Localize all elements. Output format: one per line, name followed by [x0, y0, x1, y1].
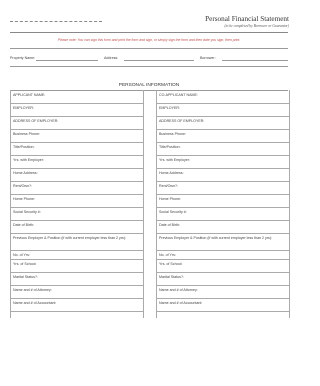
co-applicant-field-row[interactable]: Yrs. with Employer:	[157, 155, 289, 169]
applicant-field-row[interactable]: Social Security #:	[11, 207, 143, 221]
co-applicant-field-label: Yrs. with Employer:	[159, 158, 190, 162]
co-applicant-field-label: Name and # of Attorney:	[159, 288, 198, 292]
title-divider	[10, 32, 288, 33]
co-applicant-field-label: Name and # of Accountant:	[159, 301, 203, 305]
applicant-field-label: Business Phone:	[13, 132, 40, 136]
co-applicant-column: CO-APPLICANT NAME: EMPLOYER: ADDRESS OF EM…	[156, 90, 290, 318]
document-subtitle: (to be completed by Borrower or Guaranto…	[224, 24, 289, 28]
applicant-field-label: Title/Position:	[13, 145, 35, 149]
property-name-label: Property Name:	[10, 56, 36, 60]
address-label: Address:	[104, 56, 119, 60]
property-name-field[interactable]	[36, 60, 98, 61]
applicant-field-label: Marital Status?:	[13, 275, 38, 279]
applicant-field-label: ADDRESS OF EMPLOYER:	[13, 119, 59, 123]
divider	[10, 66, 288, 67]
applicant-field-label: Previous Employer & Position (if with cu…	[13, 236, 127, 240]
co-applicant-field-row[interactable]: Name and # of Accountant:	[157, 298, 289, 312]
co-applicant-field-row[interactable]: Rent/Own?:	[157, 181, 289, 195]
applicant-field-row[interactable]: EMPLOYER:	[11, 103, 143, 117]
co-applicant-field-label: ADDRESS OF EMPLOYER:	[159, 119, 205, 123]
co-applicant-field-label: Date of Birth:	[159, 223, 180, 227]
co-applicant-field-label: Social Security #:	[159, 210, 187, 214]
co-applicant-field-label: CO-APPLICANT NAME:	[159, 93, 198, 97]
co-applicant-field-row[interactable]: Business Phone:	[157, 129, 289, 143]
applicant-field-label: Yrs. of School:	[13, 262, 37, 266]
applicant-field-row[interactable]: Yrs. with Employer:	[11, 155, 143, 169]
borrower-field[interactable]	[222, 60, 288, 61]
applicant-field-label: Date of Birth:	[13, 223, 34, 227]
applicant-field-row[interactable]: Home Address:	[11, 168, 143, 182]
applicant-field-row[interactable]: ADDRESS OF EMPLOYER:	[11, 116, 143, 130]
applicant-field-label: Social Security #:	[13, 210, 41, 214]
instruction-notice: Please note: You can sign this form and …	[57, 38, 241, 42]
address-field[interactable]	[124, 60, 194, 61]
applicant-field-label: Home Address:	[13, 171, 38, 175]
co-applicant-field-row[interactable]: Title/Position:	[157, 142, 289, 156]
co-applicant-field-row[interactable]: CO-APPLICANT NAME:	[157, 90, 289, 104]
applicant-field-row[interactable]: Previous Employer & Position (if with cu…	[11, 233, 143, 251]
co-applicant-field-label: EMPLOYER:	[159, 106, 180, 110]
applicant-field-label: Name and # of Attorney:	[13, 288, 52, 292]
co-applicant-field-row[interactable]: Marital Status?:	[157, 272, 289, 286]
divider	[10, 48, 288, 49]
applicant-field-label: Home Phone:	[13, 197, 35, 201]
co-applicant-field-label: Home Address:	[159, 171, 184, 175]
applicant-field-row[interactable]: Home Phone:	[11, 194, 143, 208]
co-applicant-field-label: Title/Position:	[159, 145, 181, 149]
co-applicant-field-row[interactable]: Name and # of Attorney:	[157, 285, 289, 299]
section-title: PERSONAL INFORMATION	[118, 83, 180, 88]
co-applicant-field-row[interactable]: Home Address:	[157, 168, 289, 182]
document-title: Personal Financial Statement	[205, 15, 289, 23]
co-applicant-field-row[interactable]: Yrs. of School:	[157, 259, 289, 273]
applicant-field-label: Name and # of Accountant:	[13, 301, 57, 305]
co-applicant-field-row[interactable]: Social Security #:	[157, 207, 289, 221]
co-applicant-field-label: Business Phone:	[159, 132, 186, 136]
logo-placeholder-line	[10, 21, 102, 22]
applicant-field-label: Yrs. with Employer:	[13, 158, 44, 162]
co-applicant-field-label: Marital Status?:	[159, 275, 184, 279]
co-applicant-field-row[interactable]: Date of Birth:	[157, 220, 289, 234]
applicant-field-label: No. of Yrs:	[13, 253, 30, 257]
applicant-field-label: APPLICANT NAME:	[13, 93, 46, 97]
applicant-field-row[interactable]: Title/Position:	[11, 142, 143, 156]
applicant-field-row[interactable]: Rent/Own?:	[11, 181, 143, 195]
co-applicant-field-label: No. of Yrs:	[159, 253, 176, 257]
co-applicant-field-row[interactable]: Home Phone:	[157, 194, 289, 208]
applicant-field-row[interactable]: Marital Status?:	[11, 272, 143, 286]
applicant-field-row[interactable]: APPLICANT NAME:	[11, 90, 143, 104]
co-applicant-field-label: Previous Employer & Position (if with cu…	[159, 236, 273, 240]
applicant-field-row[interactable]: Yrs. of School:	[11, 259, 143, 273]
co-applicant-field-label: Yrs. of School:	[159, 262, 183, 266]
applicant-field-label: EMPLOYER:	[13, 106, 34, 110]
applicant-field-row[interactable]: Name and # of Attorney:	[11, 285, 143, 299]
co-applicant-field-row[interactable]: Previous Employer & Position (if with cu…	[157, 233, 289, 251]
borrower-label: Borrower:	[200, 56, 216, 60]
applicant-field-label: Rent/Own?:	[13, 184, 32, 188]
co-applicant-field-row[interactable]: EMPLOYER:	[157, 103, 289, 117]
co-applicant-field-label: Rent/Own?:	[159, 184, 178, 188]
applicant-column: APPLICANT NAME: EMPLOYER: ADDRESS OF EMPLO…	[10, 90, 144, 318]
co-applicant-field-row[interactable]: ADDRESS OF EMPLOYER:	[157, 116, 289, 130]
co-applicant-field-label: Home Phone:	[159, 197, 181, 201]
applicant-field-row[interactable]: Business Phone:	[11, 129, 143, 143]
applicant-field-row[interactable]: Name and # of Accountant:	[11, 298, 143, 312]
applicant-field-row[interactable]: Date of Birth:	[11, 220, 143, 234]
